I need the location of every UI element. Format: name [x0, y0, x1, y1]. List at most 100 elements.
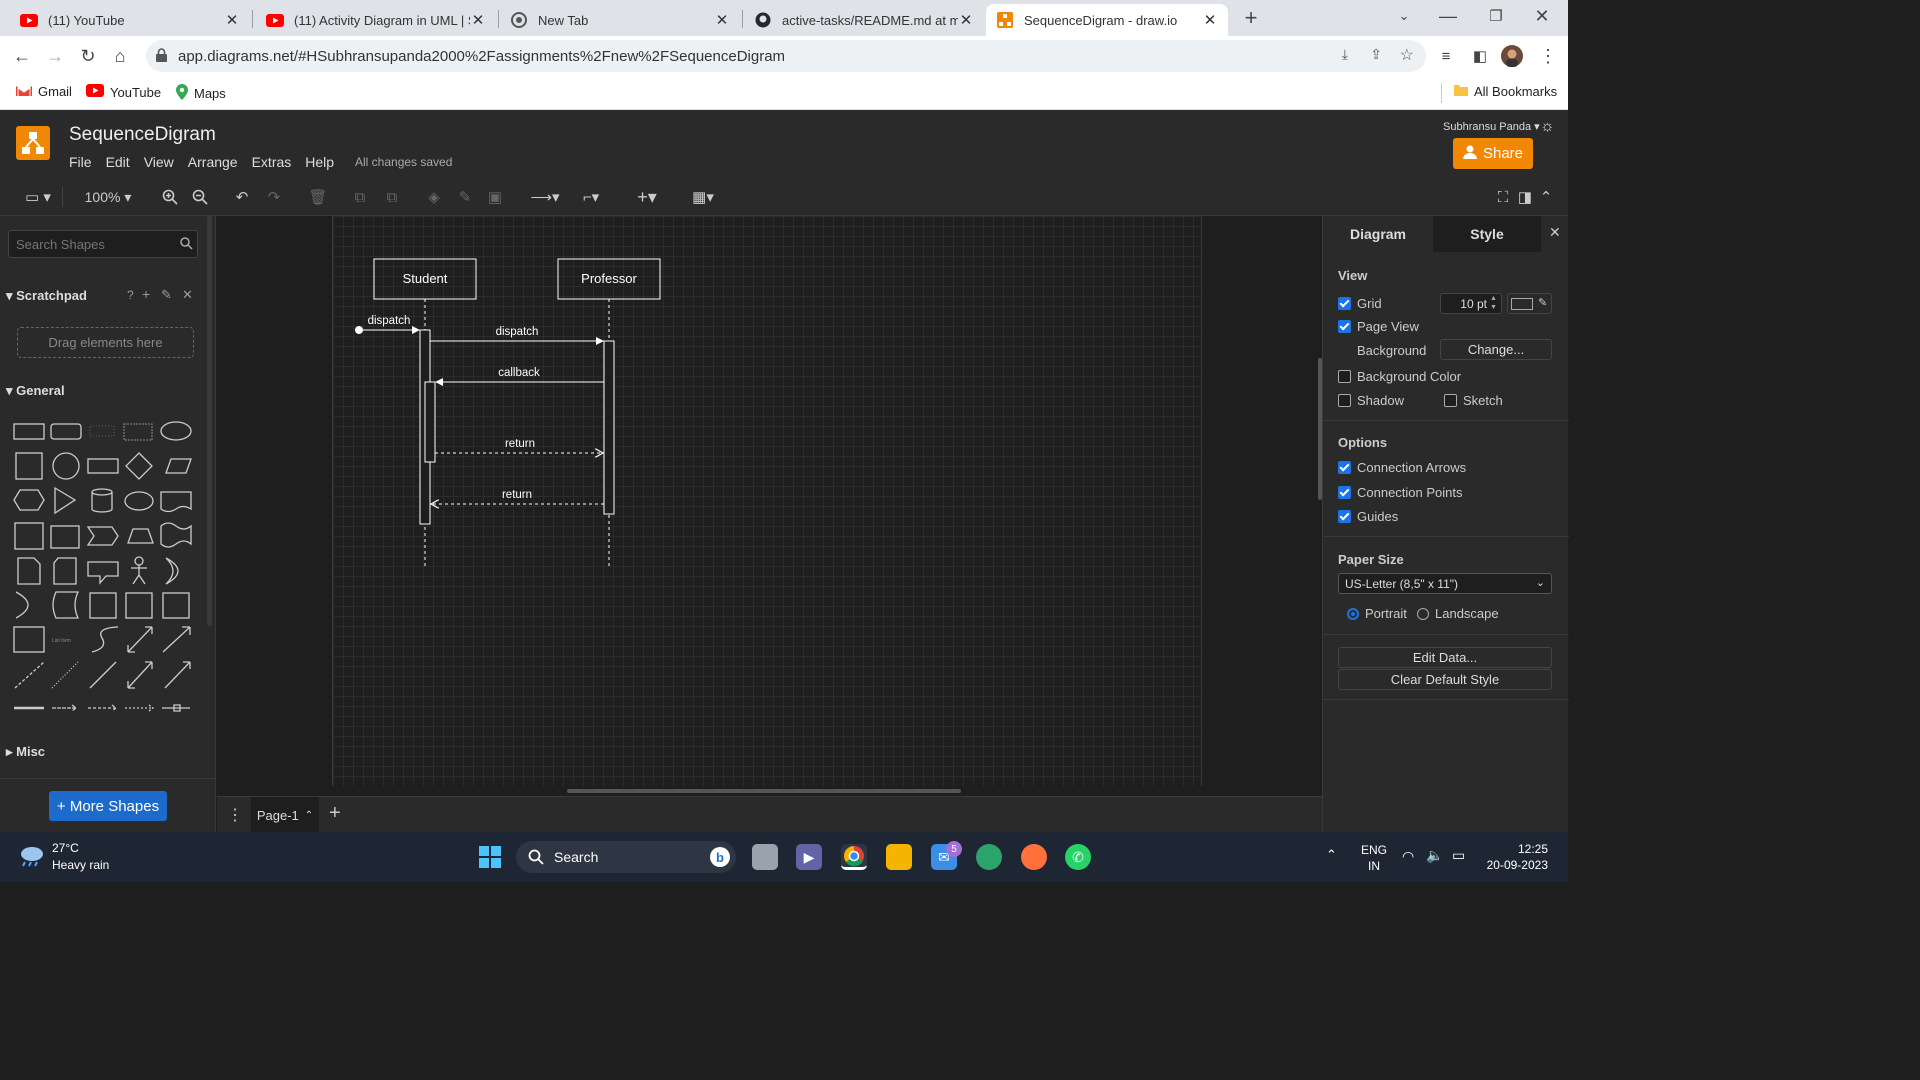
bidirectional-arrow-shape-icon[interactable] — [127, 626, 153, 653]
url-bar[interactable]: app.diagrams.net/#HSubhransupanda2000%2F… — [146, 40, 1426, 72]
restore-icon[interactable]: ❐ — [1484, 4, 1508, 28]
horizontal-scrollbar[interactable] — [567, 789, 961, 793]
cube-shape-icon[interactable] — [50, 525, 80, 549]
sidepanel-icon[interactable]: ◧ — [1468, 44, 1492, 68]
temperature[interactable]: 27°C — [52, 841, 79, 855]
share-button[interactable]: Share — [1453, 138, 1533, 169]
connection-icon[interactable]: ⟶▾ — [527, 186, 563, 208]
fill-color-icon[interactable]: ◈ — [424, 186, 444, 208]
bookmark-gmail[interactable]: Gmail — [16, 84, 72, 99]
redo-icon[interactable]: ↷ — [264, 186, 284, 208]
checkbox-unchecked[interactable] — [1338, 370, 1351, 383]
theme-icon[interactable]: ☼ — [1540, 118, 1555, 136]
zoom-dropdown[interactable]: 100% ▾ — [78, 186, 138, 208]
step-shape-icon[interactable] — [86, 526, 119, 546]
landscape-radio[interactable]: Landscape — [1417, 606, 1499, 621]
bookmark-star-icon[interactable]: ☆ — [1400, 45, 1414, 65]
close-icon[interactable]: ✕ — [224, 11, 240, 29]
portrait-radio[interactable]: Portrait — [1347, 606, 1407, 621]
text-shape-icon[interactable] — [89, 425, 115, 437]
connector-2-labels-shape-icon[interactable] — [125, 704, 155, 712]
add-icon[interactable]: + — [142, 286, 150, 302]
minimize-icon[interactable]: — — [1436, 4, 1460, 28]
guides-checkbox[interactable]: Guides — [1338, 509, 1398, 524]
home-icon[interactable]: ⌂ — [108, 44, 132, 68]
grid-checkbox[interactable]: Grid — [1338, 296, 1382, 311]
language-indicator[interactable]: ENG IN — [1361, 842, 1387, 874]
file-explorer-icon[interactable] — [886, 844, 912, 870]
scratchpad-drop-zone[interactable]: Drag elements here — [17, 327, 194, 358]
close-icon[interactable]: ✕ — [470, 11, 486, 29]
checkbox-checked[interactable] — [1338, 510, 1351, 523]
tab-new-tab[interactable]: New Tab ✕ — [500, 4, 740, 36]
shape-palette[interactable]: List Item — [10, 416, 200, 721]
windows-start-icon[interactable] — [477, 844, 503, 870]
grid-color-button[interactable]: ✎ — [1507, 293, 1552, 314]
checkbox-unchecked[interactable] — [1444, 394, 1457, 407]
task-view-icon[interactable] — [752, 844, 778, 870]
format-toggle-icon[interactable]: ◨ — [1516, 186, 1534, 208]
share-page-icon[interactable]: ⇪ — [1370, 46, 1382, 63]
avatar[interactable] — [1500, 44, 1524, 68]
line-shape-icon[interactable] — [89, 661, 117, 689]
battery-icon[interactable]: ▭ — [1452, 847, 1465, 864]
chrome-icon[interactable] — [841, 844, 867, 870]
connector-label-shape-icon[interactable] — [88, 704, 118, 712]
document-shape-icon[interactable] — [160, 491, 192, 513]
close-icon[interactable]: ✕ — [1549, 224, 1561, 241]
bidirectional-connector-shape-icon[interactable] — [127, 661, 153, 689]
arrow-shape-icon[interactable] — [162, 626, 191, 653]
wifi-icon[interactable]: ◠ — [1402, 848, 1414, 865]
rectangle-shape-icon[interactable] — [13, 423, 45, 440]
new-tab-icon[interactable]: + — [1239, 5, 1263, 30]
radio-selected[interactable] — [1347, 607, 1359, 620]
connection-arrows-checkbox[interactable]: Connection Arrows — [1338, 460, 1466, 475]
user-menu[interactable]: Subhransu Panda ▾ — [1443, 120, 1540, 133]
or-shape-icon[interactable] — [165, 557, 179, 585]
cloud-shape-icon[interactable] — [124, 491, 154, 511]
tab-diagram[interactable]: Diagram — [1323, 216, 1433, 252]
paper-size-select[interactable]: US-Letter (8,5" x 11") ⌄ — [1338, 573, 1552, 594]
volume-icon[interactable]: 🔈 — [1426, 847, 1443, 864]
format-panel-icon[interactable]: ▭ ▾ — [20, 186, 56, 208]
note-shape-icon[interactable] — [17, 557, 41, 585]
tab-search-icon[interactable]: ⌄ — [1392, 4, 1416, 28]
shadow-checkbox[interactable]: Shadow — [1338, 393, 1404, 408]
trapezoid-shape-icon[interactable] — [127, 528, 154, 544]
bookmark-maps[interactable]: Maps — [176, 84, 226, 103]
delay-shape-icon[interactable] — [15, 591, 29, 619]
textbox-shape-icon[interactable] — [123, 423, 153, 441]
clock[interactable]: 12:25 20-09-2023 — [1480, 841, 1548, 873]
waypoints-icon[interactable]: ⌐▾ — [574, 186, 608, 208]
hexagon-shape-icon[interactable] — [13, 489, 45, 511]
firefox-icon[interactable] — [1021, 844, 1047, 870]
connector-shape-icon[interactable] — [52, 704, 78, 712]
scratchpad-header[interactable]: ▾ Scratchpad — [6, 288, 87, 304]
radio-unselected[interactable] — [1417, 607, 1429, 620]
shapes-scrollbar[interactable] — [207, 216, 212, 626]
reading-list-icon[interactable]: ≡ — [1434, 44, 1458, 68]
circle-shape-icon[interactable] — [52, 452, 80, 480]
fullscreen-icon[interactable]: ⛶ — [1494, 186, 1512, 208]
more-shapes-button[interactable]: + More Shapes — [49, 791, 167, 821]
close-icon[interactable]: ✕ — [714, 11, 730, 29]
tape-shape-icon[interactable] — [160, 522, 192, 548]
edit-icon[interactable]: ✎ — [161, 287, 172, 303]
rounded-rectangle-shape-icon[interactable] — [50, 423, 82, 440]
diamond-shape-icon[interactable] — [125, 452, 153, 480]
tab-activity-diagram[interactable]: (11) Activity Diagram in UML | So ✕ — [256, 4, 496, 36]
misc-header[interactable]: ▸ Misc — [6, 744, 45, 760]
diagram-canvas[interactable]: Student Professor dispatch dispatch call… — [217, 216, 1322, 796]
background-color-checkbox[interactable]: Background Color — [1338, 369, 1461, 384]
to-front-icon[interactable]: ⧉ — [350, 186, 370, 208]
callout-shape-icon[interactable] — [87, 561, 119, 585]
dashed-line-shape-icon[interactable] — [14, 661, 45, 689]
shadow-icon[interactable]: ▣ — [485, 186, 505, 208]
tab-drawio[interactable]: SequenceDigram - draw.io ✕ — [986, 4, 1228, 36]
data-storage-shape-icon[interactable] — [52, 591, 80, 619]
bookmark-youtube[interactable]: YouTube — [86, 84, 161, 100]
connection-points-checkbox[interactable]: Connection Points — [1338, 485, 1463, 500]
sketch-checkbox[interactable]: Sketch — [1444, 393, 1503, 408]
whatsapp-icon[interactable]: ✆ — [1065, 844, 1091, 870]
menu-help[interactable]: Help — [305, 154, 334, 170]
